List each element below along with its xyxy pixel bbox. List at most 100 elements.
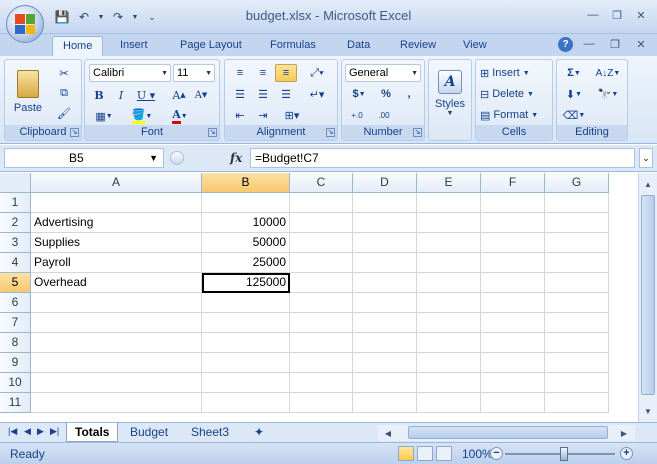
cell-g4[interactable] [545, 253, 609, 273]
increase-indent-icon[interactable]: ⇥ [252, 106, 274, 124]
row-header-2[interactable]: 2 [0, 213, 31, 233]
tab-insert[interactable]: Insert [110, 36, 158, 56]
format-painter-icon[interactable]: 🖌 [53, 104, 75, 122]
row-header-9[interactable]: 9 [0, 353, 31, 373]
cell-g5[interactable] [545, 273, 609, 293]
tab-formulas[interactable]: Formulas [260, 36, 326, 56]
ribbon-restore-button[interactable]: ❐ [605, 36, 625, 52]
cell-f11[interactable] [481, 393, 545, 413]
font-size-select[interactable]: 11 ▼ [173, 64, 215, 82]
column-header-f[interactable]: F [481, 173, 545, 193]
font-launcher-icon[interactable]: ↘ [208, 128, 217, 137]
cell-f5[interactable] [481, 273, 545, 293]
row-header-5[interactable]: 5 [0, 273, 31, 293]
cell-a10[interactable] [31, 373, 202, 393]
comma-button[interactable]: , [399, 85, 419, 103]
cell-b5[interactable]: 125000 [202, 273, 290, 293]
align-right-icon[interactable]: ☰ [275, 85, 297, 103]
styles-button[interactable]: A Styles ▼ [432, 64, 468, 122]
cell-d9[interactable] [353, 353, 417, 373]
first-sheet-icon[interactable]: |◀ [8, 426, 17, 437]
paste-button[interactable]: Paste [9, 63, 47, 121]
alignment-launcher-icon[interactable]: ↘ [326, 128, 335, 137]
cell-c9[interactable] [290, 353, 353, 373]
cell-d3[interactable] [353, 233, 417, 253]
page-layout-view-icon[interactable] [417, 446, 433, 461]
tab-page-layout[interactable]: Page Layout [170, 36, 252, 56]
sheet-tab-totals[interactable]: Totals [66, 423, 119, 442]
delete-cells-button[interactable]: ⊟ Delete ▼ [479, 85, 549, 103]
insert-cells-button[interactable]: ⊞ Insert ▼ [479, 64, 549, 82]
cell-g10[interactable] [545, 373, 609, 393]
fill-icon[interactable]: ⬇ ▼ [560, 85, 588, 103]
scroll-up-icon[interactable]: ▲ [640, 176, 656, 192]
cell-a6[interactable] [31, 293, 202, 313]
zoom-in-icon[interactable]: + [620, 447, 633, 460]
worksheet-grid[interactable]: A B C D E F G 1 2 Advertising 10000 3 Supplies 50000 4… [0, 173, 638, 422]
vertical-scrollbar[interactable]: ▲ ▼ [638, 173, 657, 422]
cell-c8[interactable] [290, 333, 353, 353]
cell-f8[interactable] [481, 333, 545, 353]
italic-button[interactable]: I [111, 85, 131, 105]
cell-c4[interactable] [290, 253, 353, 273]
cell-f6[interactable] [481, 293, 545, 313]
insert-function-icon[interactable]: fx [230, 151, 242, 165]
sheet-tab-budget[interactable]: Budget [122, 423, 176, 442]
wrap-text-icon[interactable]: ↵▾ [301, 85, 333, 103]
cell-f7[interactable] [481, 313, 545, 333]
cell-a9[interactable] [31, 353, 202, 373]
cell-c1[interactable] [290, 193, 353, 213]
scroll-right-icon[interactable]: ▶ [616, 425, 632, 441]
zoom-slider-thumb[interactable] [560, 447, 568, 461]
formula-bar-splitter[interactable] [170, 151, 184, 165]
cell-f4[interactable] [481, 253, 545, 273]
normal-view-icon[interactable] [398, 446, 414, 461]
column-header-g[interactable]: G [545, 173, 609, 193]
cell-e1[interactable] [417, 193, 481, 213]
column-header-b[interactable]: B [202, 173, 290, 193]
cell-e10[interactable] [417, 373, 481, 393]
cell-e9[interactable] [417, 353, 481, 373]
currency-button[interactable]: $ ▼ [345, 85, 373, 103]
copy-icon[interactable]: ⧉ [53, 84, 75, 102]
cell-c6[interactable] [290, 293, 353, 313]
cell-d5[interactable] [353, 273, 417, 293]
cell-d1[interactable] [353, 193, 417, 213]
cell-c2[interactable] [290, 213, 353, 233]
cell-c3[interactable] [290, 233, 353, 253]
cell-a4[interactable]: Payroll [31, 253, 202, 273]
cell-e7[interactable] [417, 313, 481, 333]
bold-button[interactable]: B [89, 85, 109, 105]
cell-b3[interactable]: 50000 [202, 233, 290, 253]
cell-f3[interactable] [481, 233, 545, 253]
cell-b11[interactable] [202, 393, 290, 413]
cell-g7[interactable] [545, 313, 609, 333]
column-header-e[interactable]: E [417, 173, 481, 193]
tab-review[interactable]: Review [390, 36, 446, 56]
decrease-indent-icon[interactable]: ⇤ [229, 106, 251, 124]
vertical-scroll-thumb[interactable] [641, 195, 655, 395]
horizontal-scroll-thumb[interactable] [408, 426, 608, 439]
cell-f1[interactable] [481, 193, 545, 213]
cell-b1[interactable] [202, 193, 290, 213]
percent-button[interactable]: % [376, 85, 396, 103]
cell-b10[interactable] [202, 373, 290, 393]
cell-a8[interactable] [31, 333, 202, 353]
insert-sheet-icon[interactable]: ✦ [246, 423, 272, 442]
cut-icon[interactable]: ✂ [53, 64, 75, 82]
scroll-left-icon[interactable]: ◀ [380, 425, 396, 441]
close-button[interactable]: ✕ [631, 7, 651, 23]
cell-b4[interactable]: 25000 [202, 253, 290, 273]
cell-b8[interactable] [202, 333, 290, 353]
cell-a11[interactable] [31, 393, 202, 413]
fill-color-button[interactable]: 🪣 ▼ [125, 107, 159, 125]
cell-c5[interactable] [290, 273, 353, 293]
orientation-icon[interactable]: ⤢▾ [301, 64, 333, 82]
row-header-4[interactable]: 4 [0, 253, 31, 273]
format-cells-button[interactable]: ▤ Format ▼ [479, 106, 549, 124]
cell-a2[interactable]: Advertising [31, 213, 202, 233]
office-button[interactable] [6, 5, 44, 43]
cell-a5[interactable]: Overhead [31, 273, 202, 293]
cell-e8[interactable] [417, 333, 481, 353]
cell-e11[interactable] [417, 393, 481, 413]
